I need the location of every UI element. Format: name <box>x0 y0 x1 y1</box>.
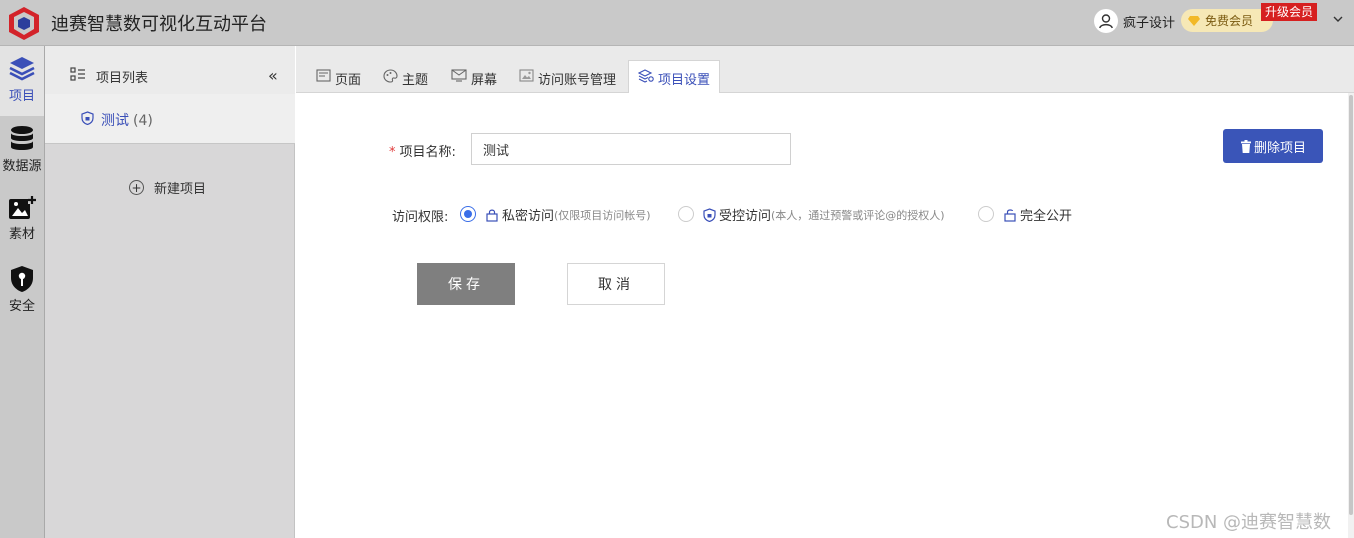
settings-layers-icon <box>637 69 654 87</box>
delete-project-button[interactable]: 删除项目 <box>1223 129 1323 163</box>
project-list-header: 项目列表 « <box>45 46 295 94</box>
option-hint: (仅限项目访问帐号) <box>554 208 651 222</box>
vip-label: 免费会员 <box>1205 14 1254 28</box>
radio-private[interactable] <box>460 206 476 222</box>
rail-label: 安全 <box>8 299 35 314</box>
option-controlled[interactable]: 受控访问 (本人，通过预警或评论@的授权人) <box>703 205 945 224</box>
watermark: CSDN @迪赛智慧数 <box>1166 512 1332 533</box>
app-title: 迪赛智慧数可视化互动平台 <box>51 14 267 35</box>
layers-icon <box>9 57 35 81</box>
tab-access-accounts[interactable]: 访问账号管理 <box>519 61 616 93</box>
required-mark: * <box>389 145 396 160</box>
new-project-label: 新建项目 <box>154 182 207 197</box>
upgrade-badge[interactable]: 升级会员 <box>1261 3 1318 21</box>
option-label: 私密访问 <box>502 209 555 224</box>
project-name: 测试 <box>101 113 129 129</box>
option-hint: (本人，通过预警或评论@的授权人) <box>771 208 945 222</box>
avatar[interactable] <box>1094 9 1118 33</box>
chevron-down-icon[interactable] <box>1331 12 1345 26</box>
project-list-panel: 项目列表 « 测试 (4) + 新建项目 <box>45 46 295 538</box>
scrollbar-thumb[interactable] <box>1349 95 1353 515</box>
shield-icon <box>81 111 94 125</box>
rail-item-datasource[interactable]: 数据源 <box>0 116 44 186</box>
unlock-icon <box>1004 208 1016 222</box>
tab-label: 项目设置 <box>658 73 711 88</box>
tab-label: 访问账号管理 <box>538 73 617 88</box>
project-list-title: 项目列表 <box>96 71 149 86</box>
option-label: 完全公开 <box>1020 209 1073 224</box>
save-button[interactable]: 保存 <box>417 263 515 305</box>
shield-key-icon <box>11 266 33 292</box>
image-add-icon <box>9 196 36 219</box>
rail-label: 项目 <box>8 89 35 104</box>
palette-icon <box>383 69 398 87</box>
left-icon-rail: 项目 数据源 素材 安全 <box>0 46 45 538</box>
option-public[interactable]: 完全公开 <box>1003 205 1072 224</box>
trash-icon <box>1240 139 1251 153</box>
tab-label: 主题 <box>402 73 429 88</box>
rail-item-project[interactable]: 项目 <box>0 46 44 116</box>
vip-badge[interactable]: 免费会员 <box>1181 9 1273 32</box>
option-label: 受控访问 <box>719 209 772 224</box>
user-menu[interactable]: 疯子设计 <box>1094 8 1175 34</box>
project-name-input[interactable] <box>471 133 791 165</box>
list-item[interactable]: 测试 (4) <box>45 94 295 144</box>
database-icon <box>11 126 33 150</box>
image-icon <box>519 69 534 86</box>
rail-label: 素材 <box>8 227 35 242</box>
delete-project-label: 删除项目 <box>1253 140 1306 156</box>
top-header: 迪赛智慧数可视化互动平台 疯子设计 免费会员 升级会员 <box>0 0 1354 46</box>
rail-item-assets[interactable]: 素材 <box>0 186 44 256</box>
project-name-label: * 项目名称: <box>389 141 456 160</box>
project-count: (4) <box>133 113 153 129</box>
app-logo-icon <box>9 7 39 40</box>
new-project-button[interactable]: + 新建项目 <box>129 178 206 197</box>
lock-icon <box>486 209 498 222</box>
diamond-icon <box>1188 15 1200 26</box>
screen-icon <box>451 69 467 86</box>
option-private[interactable]: 私密访问 (仅限项目访问帐号) <box>485 205 651 224</box>
tab-bar: 页面 主题 屏幕 访问账号管理 项目设置 <box>296 46 1354 94</box>
page-icon <box>316 69 331 86</box>
radio-controlled[interactable] <box>678 206 694 222</box>
tab-page[interactable]: 页面 <box>316 61 361 93</box>
plus-circle-icon: + <box>129 180 144 195</box>
project-name-label-text: 项目名称: <box>399 145 456 160</box>
radio-public[interactable] <box>978 206 994 222</box>
tab-screen[interactable]: 屏幕 <box>451 61 497 93</box>
vertical-scrollbar[interactable] <box>1348 93 1354 538</box>
list-icon <box>70 67 85 81</box>
tab-label: 屏幕 <box>471 73 498 88</box>
permission-label: 访问权限: <box>392 210 449 225</box>
collapse-icon[interactable]: « <box>268 66 278 85</box>
user-name[interactable]: 疯子设计 <box>1123 12 1175 31</box>
user-icon <box>1099 14 1113 29</box>
tab-theme[interactable]: 主题 <box>383 61 428 93</box>
rail-label: 数据源 <box>2 159 42 174</box>
rail-item-security[interactable]: 安全 <box>0 256 44 326</box>
tab-project-settings[interactable]: 项目设置 <box>628 60 721 94</box>
tab-label: 页面 <box>335 73 362 88</box>
cancel-button[interactable]: 取消 <box>567 263 665 305</box>
shield-icon <box>703 207 716 222</box>
